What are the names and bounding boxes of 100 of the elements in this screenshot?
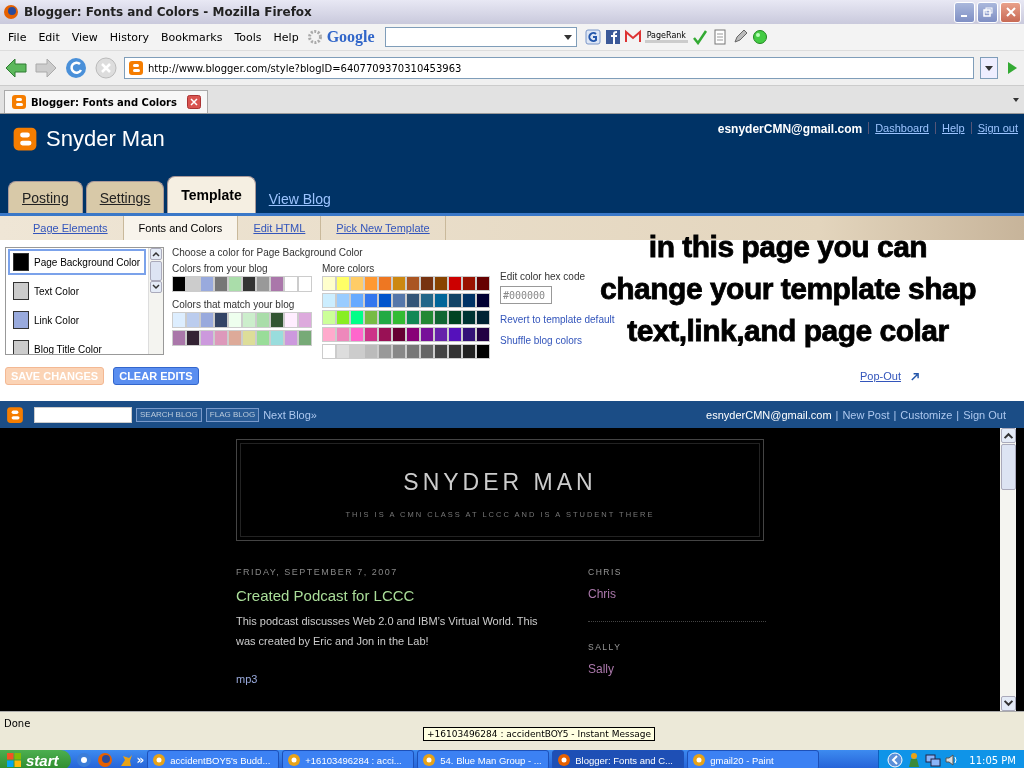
- post-link[interactable]: mp3: [236, 673, 558, 685]
- menu-item[interactable]: History: [105, 30, 153, 44]
- scroll-up-icon[interactable]: [150, 248, 162, 260]
- color-swatch[interactable]: [256, 312, 270, 328]
- hex-input-field[interactable]: #000000: [500, 286, 552, 304]
- color-swatch[interactable]: [270, 276, 284, 292]
- color-swatch[interactable]: [242, 330, 256, 346]
- color-swatch[interactable]: [462, 327, 476, 342]
- menu-item[interactable]: File: [4, 30, 31, 44]
- sub-tab[interactable]: Pick New Template: [321, 216, 446, 240]
- color-swatch[interactable]: [270, 312, 284, 328]
- color-swatch[interactable]: [476, 276, 490, 291]
- color-swatch[interactable]: [434, 293, 448, 308]
- color-swatch[interactable]: [378, 344, 392, 359]
- social-icon[interactable]: [604, 29, 621, 45]
- color-swatch[interactable]: [322, 310, 336, 325]
- post-title[interactable]: Created Podcast for LCCC: [236, 587, 558, 604]
- pagerank-meter[interactable]: PageRank: [644, 31, 688, 43]
- color-swatch[interactable]: [420, 327, 434, 342]
- color-swatch[interactable]: [364, 293, 378, 308]
- menu-item[interactable]: Tools: [230, 30, 266, 44]
- color-swatch[interactable]: [476, 327, 490, 342]
- color-swatch[interactable]: [448, 293, 462, 308]
- color-swatch[interactable]: [350, 310, 364, 325]
- color-swatch[interactable]: [364, 310, 378, 325]
- color-swatch[interactable]: [214, 276, 228, 292]
- dropdown-button[interactable]: [980, 57, 998, 79]
- color-swatch[interactable]: [172, 330, 186, 346]
- color-action-link[interactable]: Shuffle blog colors: [500, 335, 615, 346]
- color-swatch[interactable]: [392, 276, 406, 291]
- color-swatch[interactable]: [350, 327, 364, 342]
- color-swatch[interactable]: [336, 276, 350, 291]
- main-tab[interactable]: Settings: [85, 181, 165, 213]
- color-swatch[interactable]: [186, 330, 200, 346]
- stop-icon[interactable]: [94, 56, 118, 80]
- color-swatch[interactable]: [256, 276, 270, 292]
- element-list-item[interactable]: Page Background Color: [8, 249, 146, 275]
- color-swatch[interactable]: [186, 276, 200, 292]
- color-swatch[interactable]: [214, 312, 228, 328]
- scroll-down-icon[interactable]: [1000, 696, 1016, 711]
- color-swatch[interactable]: [434, 310, 448, 325]
- navbar-button[interactable]: SEARCH BLOG: [136, 407, 202, 422]
- color-swatch[interactable]: [378, 276, 392, 291]
- browser-icon[interactable]: [75, 752, 92, 768]
- color-swatch[interactable]: [172, 312, 186, 328]
- scroll-up-icon[interactable]: [1000, 428, 1016, 443]
- color-swatch[interactable]: [214, 330, 228, 346]
- color-swatch[interactable]: [476, 310, 490, 325]
- color-swatch[interactable]: [420, 293, 434, 308]
- sub-tab[interactable]: Fonts and Colors: [123, 216, 239, 240]
- taskbar-button[interactable]: Blogger: Fonts and C...: [552, 750, 685, 768]
- color-swatch[interactable]: [284, 276, 298, 292]
- account-link[interactable]: Help: [935, 122, 965, 134]
- color-swatch[interactable]: [200, 312, 214, 328]
- color-swatch[interactable]: [476, 293, 490, 308]
- next-blog-link[interactable]: Next Blog»: [263, 408, 317, 421]
- firefox-icon[interactable]: [96, 752, 113, 768]
- menu-item[interactable]: Help: [269, 30, 303, 44]
- sub-tab[interactable]: Edit HTML: [238, 216, 322, 240]
- view-blog-link[interactable]: View Blog: [258, 191, 341, 213]
- navbar-link[interactable]: Customize: [900, 408, 953, 421]
- color-swatch[interactable]: [200, 276, 214, 292]
- color-swatch[interactable]: [364, 344, 378, 359]
- color-swatch[interactable]: [448, 327, 462, 342]
- minimize-button[interactable]: [954, 1, 975, 23]
- color-swatch[interactable]: [172, 276, 186, 292]
- pop-out-link[interactable]: Pop-Out: [860, 370, 901, 382]
- color-swatch[interactable]: [392, 310, 406, 325]
- element-list-item[interactable]: Link Color: [8, 307, 146, 333]
- color-swatch[interactable]: [378, 327, 392, 342]
- color-swatch[interactable]: [406, 344, 420, 359]
- color-swatch[interactable]: [392, 327, 406, 342]
- scrollbar[interactable]: [148, 248, 163, 354]
- color-swatch[interactable]: [228, 312, 242, 328]
- caret-icon[interactable]: [1012, 96, 1020, 103]
- search-engine-icon[interactable]: [584, 29, 601, 45]
- reload-icon[interactable]: [64, 56, 88, 80]
- browser-tab[interactable]: Blogger: Fonts and Colors: [4, 90, 208, 113]
- color-swatch[interactable]: [336, 344, 350, 359]
- color-swatch[interactable]: [322, 344, 336, 359]
- pencil-icon[interactable]: [732, 29, 748, 45]
- color-swatch[interactable]: [406, 276, 420, 291]
- color-swatch[interactable]: [228, 276, 242, 292]
- scrollbar[interactable]: [1000, 428, 1016, 711]
- color-swatch[interactable]: [322, 327, 336, 342]
- color-swatch[interactable]: [406, 310, 420, 325]
- color-swatch[interactable]: [434, 327, 448, 342]
- color-swatch[interactable]: [284, 312, 298, 328]
- restore-button[interactable]: [977, 1, 998, 23]
- address-field[interactable]: http://www.blogger.com/style?blogID=6407709370310453963: [124, 57, 974, 79]
- color-swatch[interactable]: [406, 327, 420, 342]
- blogger-logo-icon[interactable]: [6, 405, 24, 424]
- taskbar-button[interactable]: accidentBOY5's Budd...: [147, 750, 280, 768]
- color-swatch[interactable]: [270, 330, 284, 346]
- chevron-icon[interactable]: [887, 752, 904, 768]
- color-swatch[interactable]: [242, 312, 256, 328]
- color-swatch[interactable]: [462, 310, 476, 325]
- main-tab[interactable]: Template: [167, 176, 256, 213]
- color-swatch[interactable]: [378, 293, 392, 308]
- color-swatch[interactable]: [284, 330, 298, 346]
